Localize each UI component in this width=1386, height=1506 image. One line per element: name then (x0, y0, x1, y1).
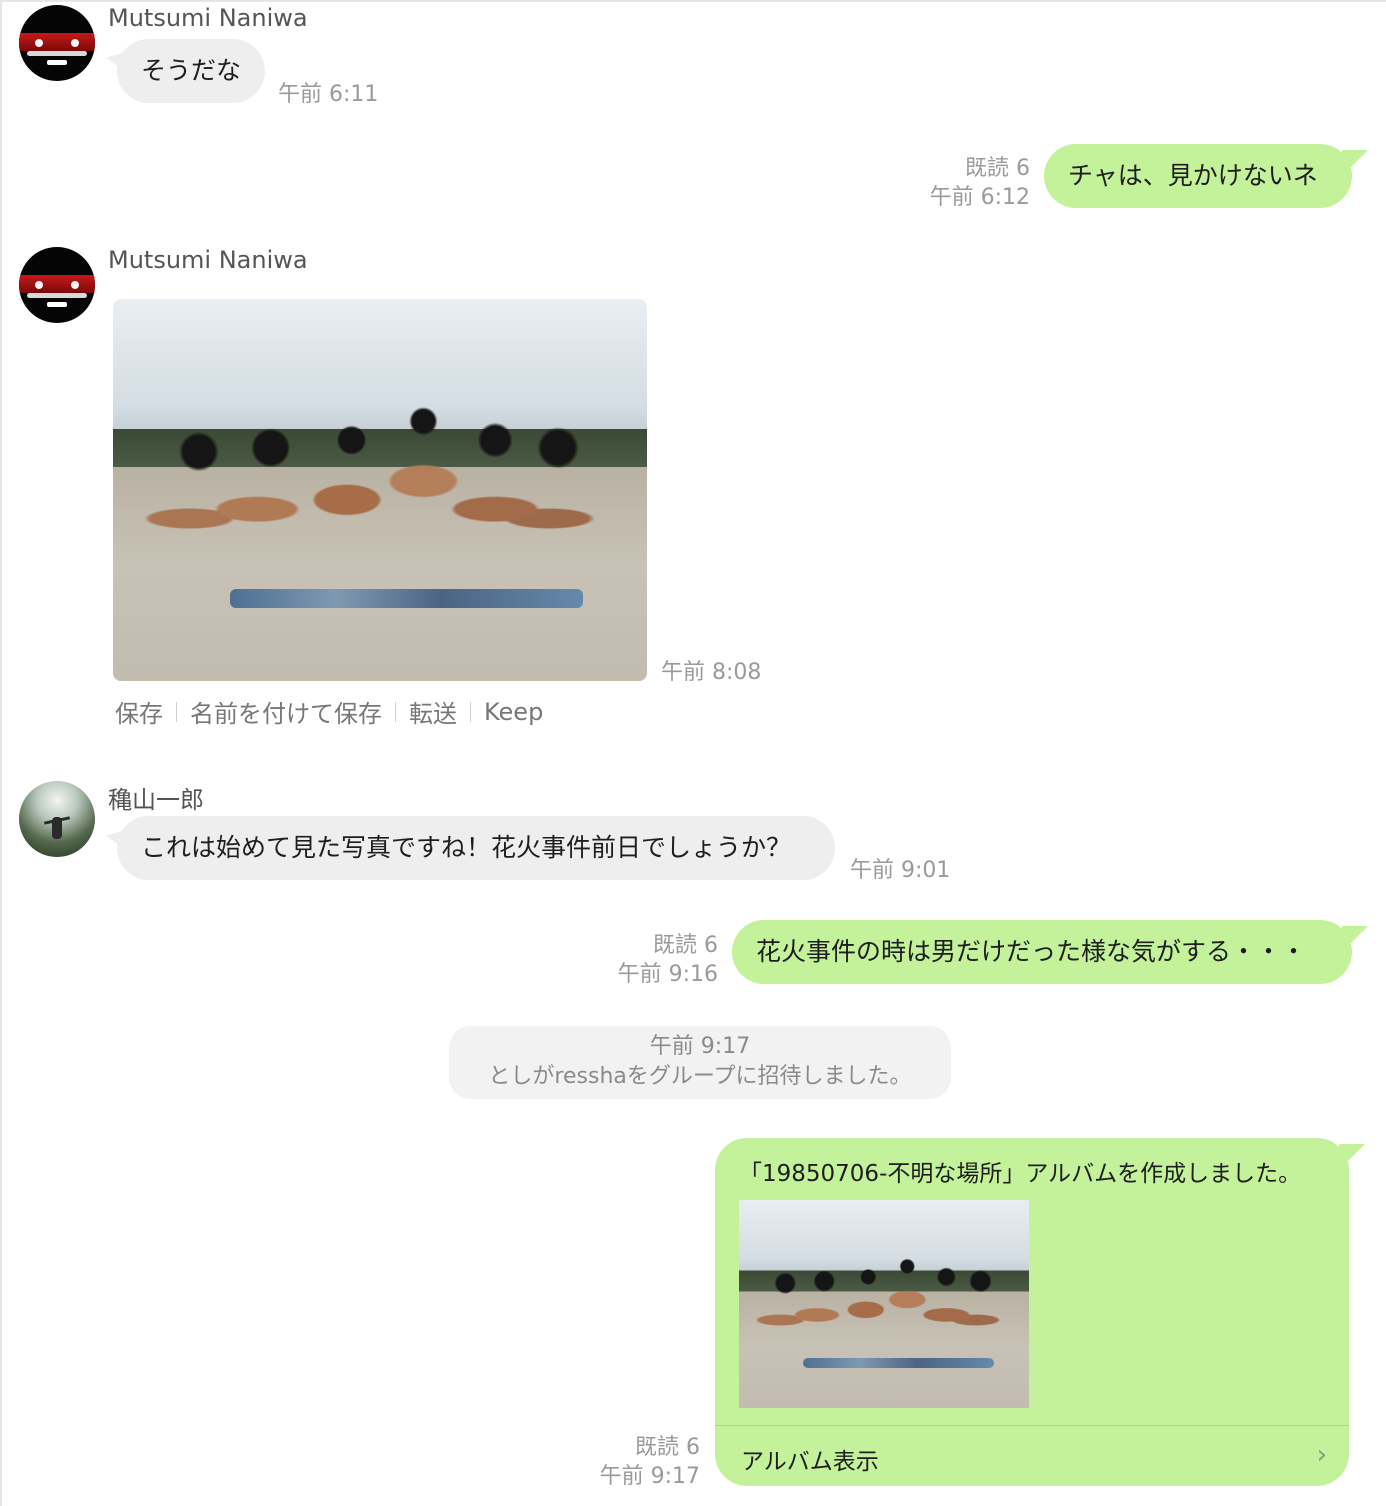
system-time: 午前 9:17 (649, 1034, 751, 1059)
message-bubble-incoming[interactable]: これは始めて見た写真ですね！花火事件前日でしょうか？ (117, 816, 835, 880)
divider (470, 701, 471, 722)
message-time: 午前 9:01 (850, 858, 951, 883)
message-time: 午前 6:12 (929, 185, 1030, 210)
divider (715, 1425, 1349, 1426)
bubble-tail (1342, 926, 1368, 952)
avatar-mutsumi[interactable] (19, 247, 95, 323)
message-bubble-outgoing[interactable]: チャは、見かけないネ (1044, 144, 1352, 208)
avatar-car-icon (19, 275, 95, 293)
avatar-person-icon (52, 817, 62, 839)
divider (176, 701, 177, 722)
bubble-tail (1339, 1144, 1365, 1170)
message-time: 午前 6:11 (278, 82, 379, 107)
read-receipt: 既読 6 (965, 156, 1030, 181)
album-view-link[interactable]: アルバム表示 (741, 1442, 879, 1476)
message-time: 午前 9:16 (617, 962, 718, 987)
album-card[interactable]: 「19850706-不明な場所」アルバムを作成しました。 アルバム表示 › (715, 1138, 1349, 1486)
sender-name: 穐山一郎 (108, 786, 204, 814)
message-time: 午前 9:17 (599, 1464, 700, 1489)
system-text: としがresshaをグループに招待しました。 (488, 1064, 912, 1089)
divider (395, 701, 396, 722)
read-receipt: 既読 6 (653, 933, 718, 958)
system-message: 午前 9:17 としがresshaをグループに招待しました。 (449, 1026, 951, 1099)
read-receipt: 既読 6 (635, 1435, 700, 1460)
album-title: 「19850706-不明な場所」アルバムを作成しました。 (739, 1161, 1302, 1187)
message-bubble-outgoing[interactable]: 花火事件の時は男だけだった様な気がする・・・ (732, 920, 1352, 984)
photo-actions: 保存 名前を付けて保存 転送 Keep (115, 694, 543, 729)
message-time: 午前 8:08 (661, 660, 762, 685)
keep-link[interactable]: Keep (484, 698, 543, 726)
avatar-car-icon (19, 33, 95, 51)
save-link[interactable]: 保存 (115, 694, 163, 729)
album-thumbnail[interactable] (739, 1200, 1029, 1408)
save-as-link[interactable]: 名前を付けて保存 (190, 694, 382, 729)
sender-name: Mutsumi Naniwa (108, 246, 308, 274)
chat-view: Mutsumi Naniwa そうだな 午前 6:11 既読 6 午前 6:12… (0, 0, 1386, 1506)
shared-photo[interactable] (113, 299, 647, 681)
chevron-right-icon[interactable]: › (1317, 1440, 1327, 1470)
avatar-akiyama[interactable] (19, 781, 95, 857)
message-bubble-incoming[interactable]: そうだな (117, 39, 265, 103)
sender-name: Mutsumi Naniwa (108, 4, 308, 32)
forward-link[interactable]: 転送 (409, 694, 457, 729)
avatar-mutsumi[interactable] (19, 5, 95, 81)
